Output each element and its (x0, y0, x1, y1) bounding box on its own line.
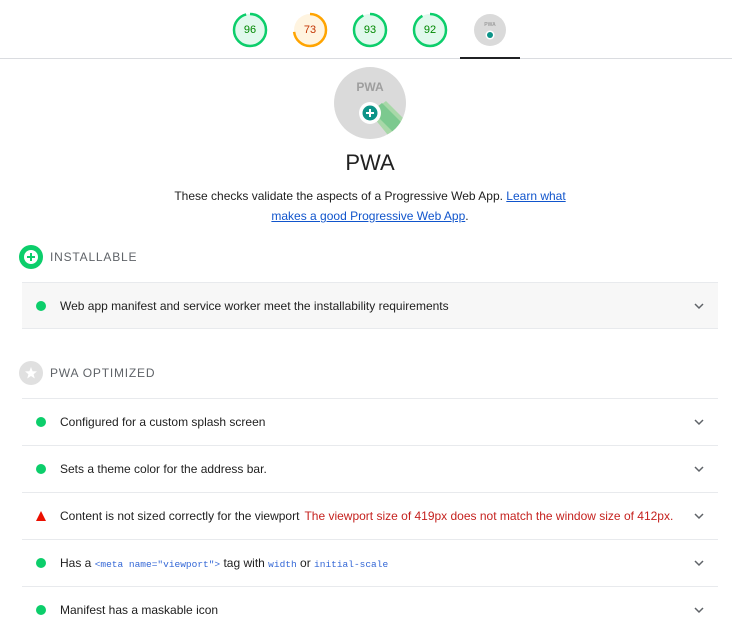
pwa-logo-icon: PWA (356, 80, 406, 139)
chevron-down-icon[interactable] (694, 558, 704, 568)
title-mid: tag with (223, 556, 265, 570)
code-width: width (268, 559, 297, 570)
title-prefix: Has a (60, 556, 92, 570)
audit-content-width[interactable]: Content is not sized correctly for the v… (22, 492, 718, 539)
category-gauges-bar: 96 73 93 92 PWA (0, 0, 732, 59)
pwa-badge-icon: PWA (474, 14, 506, 46)
performance-score: 96 (243, 24, 257, 36)
audit-theme-color[interactable]: Sets a theme color for the address bar. (22, 445, 718, 492)
pass-status-icon (36, 464, 46, 474)
accessibility-score: 73 (303, 24, 317, 36)
title-or: or (300, 556, 311, 570)
group-title: PWA OPTIMIZED (50, 366, 156, 380)
performance-gauge[interactable]: 96 (232, 12, 268, 48)
pwa-badge: PWA (334, 67, 406, 139)
pass-status-icon (36, 605, 46, 615)
seo-gauge[interactable]: 92 (412, 12, 448, 48)
pass-status-icon (36, 558, 46, 568)
code-meta-tag: <meta name="viewport"> (94, 559, 221, 570)
audit-display-value: The viewport size of 419px does not matc… (304, 509, 674, 523)
star-icon (19, 361, 43, 385)
audit-viewport-meta[interactable]: Has a <meta name="viewport"> tag with wi… (22, 539, 718, 586)
audit-title: Manifest has a maskable icon (60, 603, 219, 617)
svg-text:PWA: PWA (484, 22, 496, 28)
audit-splash-screen[interactable]: Configured for a custom splash screen (22, 398, 718, 445)
chevron-down-icon[interactable] (694, 417, 704, 427)
category-description: These checks validate the aspects of a P… (165, 186, 575, 226)
group-header-pwa-optimized: PWA OPTIMIZED (19, 361, 155, 385)
audit-maskable-icon[interactable]: Manifest has a maskable icon (22, 586, 718, 626)
pass-status-icon (36, 417, 46, 427)
pwa-gauge[interactable]: PWA (472, 12, 508, 48)
fail-status-icon (36, 511, 46, 521)
chevron-down-icon[interactable] (694, 301, 704, 311)
pass-status-icon (36, 300, 46, 311)
best-practices-score: 93 (363, 24, 377, 36)
audit-title: Sets a theme color for the address bar. (60, 462, 267, 476)
chevron-down-icon[interactable] (694, 511, 704, 521)
chevron-down-icon[interactable] (694, 464, 704, 474)
audit-title: Content is not sized correctly for the v… (60, 509, 300, 523)
best-practices-gauge[interactable]: 93 (352, 12, 388, 48)
description-text: These checks validate the aspects of a P… (174, 189, 503, 203)
installable-plus-icon (19, 245, 43, 269)
audit-title: Has a <meta name="viewport"> tag with wi… (60, 556, 388, 570)
group-title: INSTALLABLE (50, 250, 138, 264)
page-title: PWA (345, 150, 395, 175)
code-initial-scale: initial-scale (314, 559, 389, 570)
audit-title: Web app manifest and service worker meet… (60, 298, 449, 313)
accessibility-gauge[interactable]: 73 (292, 12, 328, 48)
svg-text:PWA: PWA (356, 80, 384, 94)
audit-installable-manifest[interactable]: Web app manifest and service worker meet… (22, 282, 718, 329)
group-header-installable: INSTALLABLE (19, 245, 137, 269)
chevron-down-icon[interactable] (694, 605, 704, 615)
active-tab-indicator (460, 57, 520, 59)
description-suffix: . (465, 209, 469, 223)
audit-title: Configured for a custom splash screen (60, 415, 266, 429)
seo-score: 92 (423, 24, 437, 36)
